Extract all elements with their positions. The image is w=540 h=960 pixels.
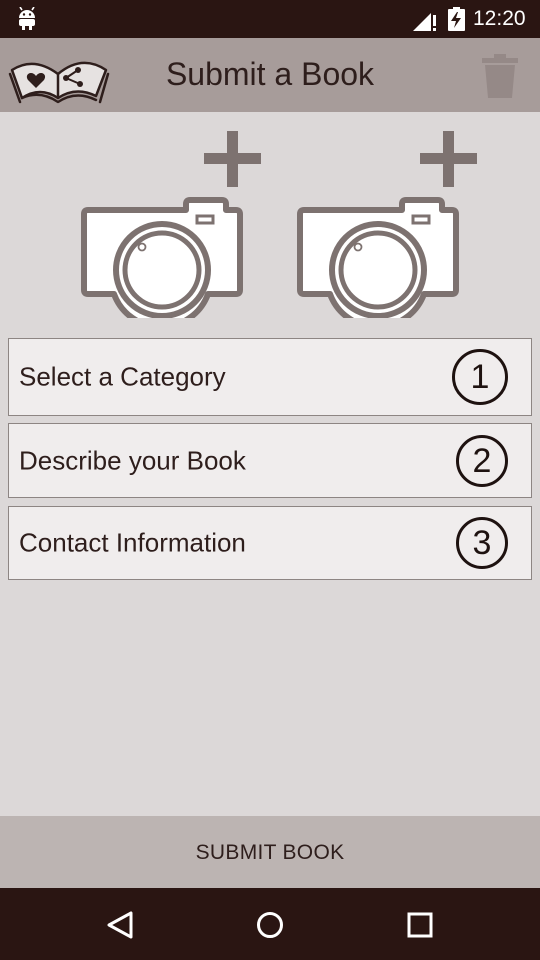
add-photo-button-1[interactable] — [76, 128, 266, 330]
step-number-badge: 3 — [456, 517, 508, 569]
submit-book-label: SUBMIT BOOK — [195, 841, 345, 864]
back-icon[interactable] — [99, 908, 139, 942]
step-number-badge: 2 — [456, 434, 508, 487]
add-photo-camera-icon — [297, 131, 477, 330]
step-number-badge: 1 — [452, 349, 508, 405]
status-time: 12:20 — [473, 7, 526, 30]
step-label: Describe your Book — [19, 445, 246, 475]
battery-charging-icon — [448, 7, 465, 31]
app-bar: Submit a Book — [0, 38, 540, 112]
page-title: Submit a Book — [165, 56, 375, 92]
system-nav-bar — [0, 888, 540, 960]
home-icon[interactable] — [250, 908, 290, 942]
add-photo-camera-icon — [81, 131, 261, 330]
signal-icon — [413, 13, 436, 31]
step-label: Contact Information — [19, 527, 246, 558]
trash-icon[interactable] — [481, 54, 519, 98]
step-label: Select a Category — [19, 361, 226, 392]
step-contact-information[interactable]: Contact Information 3 — [8, 506, 532, 580]
android-icon — [19, 7, 35, 30]
add-photo-button-2[interactable] — [292, 128, 482, 330]
submit-book-button[interactable]: SUBMIT BOOK — [0, 816, 540, 888]
step-describe-book[interactable]: Describe your Book 2 — [8, 423, 532, 498]
recents-icon[interactable] — [400, 908, 440, 942]
status-bar: 12:20 — [0, 0, 540, 38]
step-select-category[interactable]: Select a Category 1 — [8, 338, 532, 416]
